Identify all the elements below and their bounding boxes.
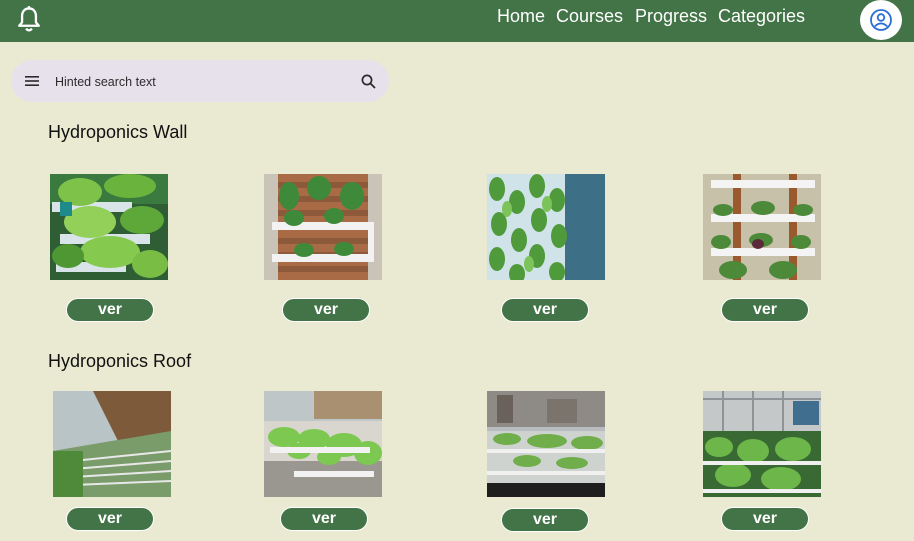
roof-image-4[interactable] [703, 391, 821, 497]
nav-home[interactable]: Home [497, 6, 545, 27]
wall-image-1[interactable] [50, 174, 168, 280]
nav-categories[interactable]: Categories [718, 6, 805, 27]
search-bar [11, 60, 389, 102]
roof-image-1[interactable] [53, 391, 171, 497]
roof-image-2[interactable] [264, 391, 382, 497]
roof-view-button-3[interactable]: ver [501, 508, 589, 532]
search-icon[interactable] [361, 74, 376, 89]
wall-view-button-2[interactable]: ver [282, 298, 370, 322]
menu-icon[interactable] [25, 74, 39, 88]
nav-courses[interactable]: Courses [556, 6, 623, 27]
top-app-bar: Home Courses Progress Categories [0, 0, 914, 42]
section-title-wall: Hydroponics Wall [48, 122, 188, 142]
roof-view-button-4[interactable]: ver [721, 507, 809, 531]
wall-image-3[interactable] [487, 174, 605, 280]
roof-view-button-2[interactable]: ver [280, 507, 368, 531]
section-title-roof: Hydroponics Roof [48, 351, 192, 371]
nav-progress[interactable]: Progress [635, 6, 707, 27]
roof-view-button-1[interactable]: ver [66, 507, 154, 531]
account-button[interactable] [860, 0, 902, 40]
search-input[interactable] [53, 70, 347, 94]
wall-view-button-3[interactable]: ver [501, 298, 589, 322]
wall-view-button-4[interactable]: ver [721, 298, 809, 322]
wall-image-2[interactable] [264, 174, 382, 280]
account-circle-icon [870, 9, 892, 31]
wall-image-4[interactable] [703, 174, 821, 280]
roof-image-3[interactable] [487, 391, 605, 497]
wall-view-button-1[interactable]: ver [66, 298, 154, 322]
bell-icon[interactable] [15, 5, 43, 35]
